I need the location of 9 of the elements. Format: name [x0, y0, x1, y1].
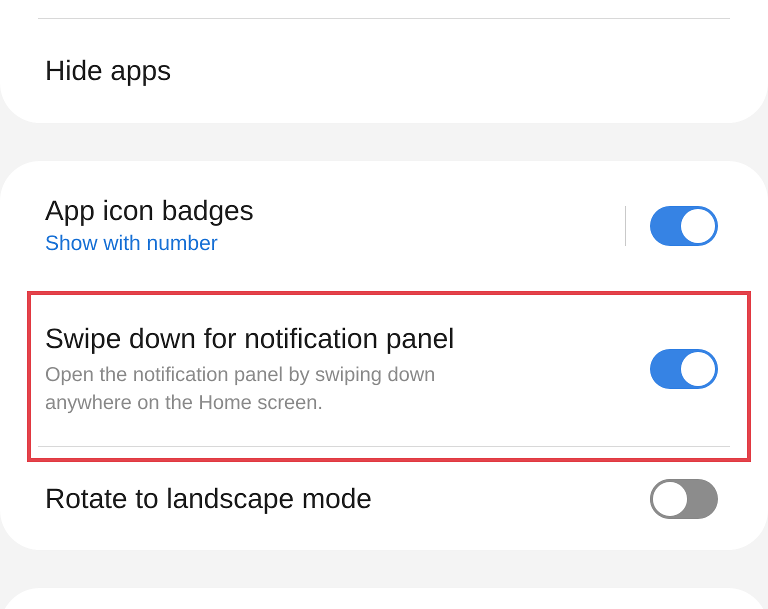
toggle-switch[interactable]: [650, 348, 718, 388]
setting-title[interactable]: App icon badges: [45, 193, 624, 229]
setting-title[interactable]: Swipe down for notification panel: [45, 320, 650, 356]
toggle-switch[interactable]: [650, 478, 718, 518]
setting-description: Open the notification panel by swiping down anywhere on the Home screen.: [45, 362, 436, 416]
toggle-switch[interactable]: [650, 206, 718, 246]
setting-title[interactable]: Rotate to landscape mode: [45, 480, 650, 516]
setting-value: Show with number: [45, 231, 219, 257]
setting-title[interactable]: Hide apps: [45, 53, 172, 89]
